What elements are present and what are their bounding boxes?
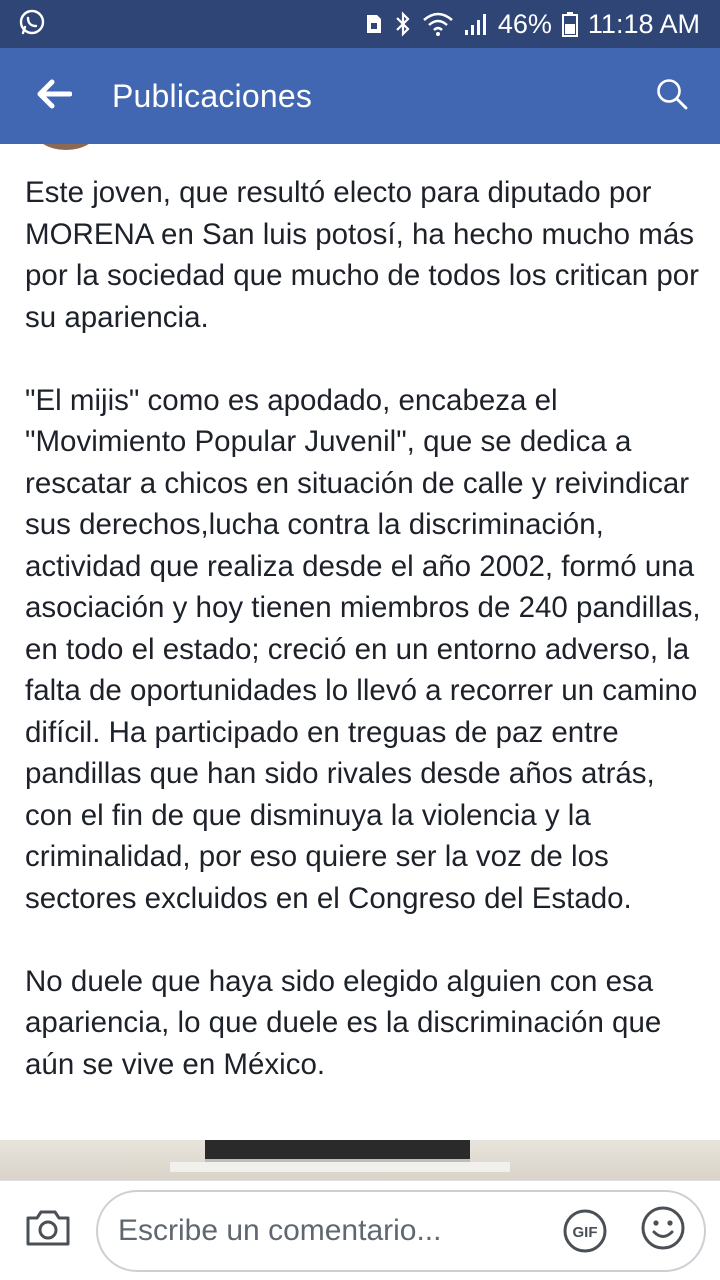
gif-icon: GIF <box>563 1209 607 1252</box>
status-right: 46% 11:18 AM <box>364 9 700 40</box>
page-title: Publicaciones <box>112 77 313 114</box>
post-paragraph: No duele que haya sido elegido alguien c… <box>25 964 662 1081</box>
battery-icon <box>561 11 578 37</box>
signal-icon <box>464 12 488 36</box>
sim-lock-icon <box>364 12 384 36</box>
gif-label: GIF <box>573 1224 598 1241</box>
photo-furniture <box>170 1162 510 1172</box>
camera-button[interactable] <box>0 1181 96 1280</box>
arrow-left-icon <box>36 79 73 114</box>
battery-percent: 46% <box>497 8 552 39</box>
comment-input[interactable]: Escribe un comentario... GIF <box>96 1189 706 1272</box>
photo-tv <box>205 1140 470 1162</box>
clock: 11:18 AM <box>587 8 700 39</box>
post-photo[interactable] <box>0 1140 720 1180</box>
comment-bar: Escribe un comentario... GIF <box>0 1180 720 1280</box>
back-button[interactable] <box>0 48 112 144</box>
app-bar: Publicaciones <box>0 48 720 144</box>
status-bar: 46% 11:18 AM <box>0 0 720 48</box>
emoji-icon <box>640 1205 686 1256</box>
comment-placeholder: Escribe un comentario... <box>118 1213 442 1247</box>
wifi-icon <box>422 11 454 37</box>
status-left <box>18 8 46 41</box>
bluetooth-icon <box>394 10 412 38</box>
search-button[interactable] <box>624 48 720 144</box>
post-paragraph: Este joven, que resultó electo para dipu… <box>25 176 699 334</box>
emoji-button[interactable] <box>638 1206 688 1256</box>
post-body: Este joven, que resultó electo para dipu… <box>25 172 705 1085</box>
whatsapp-icon <box>18 8 46 41</box>
camera-icon <box>24 1208 72 1253</box>
search-icon <box>655 77 689 116</box>
post-paragraph: "El mijis" como es apodado, encabeza el … <box>25 383 701 915</box>
gif-button[interactable]: GIF <box>560 1206 610 1256</box>
